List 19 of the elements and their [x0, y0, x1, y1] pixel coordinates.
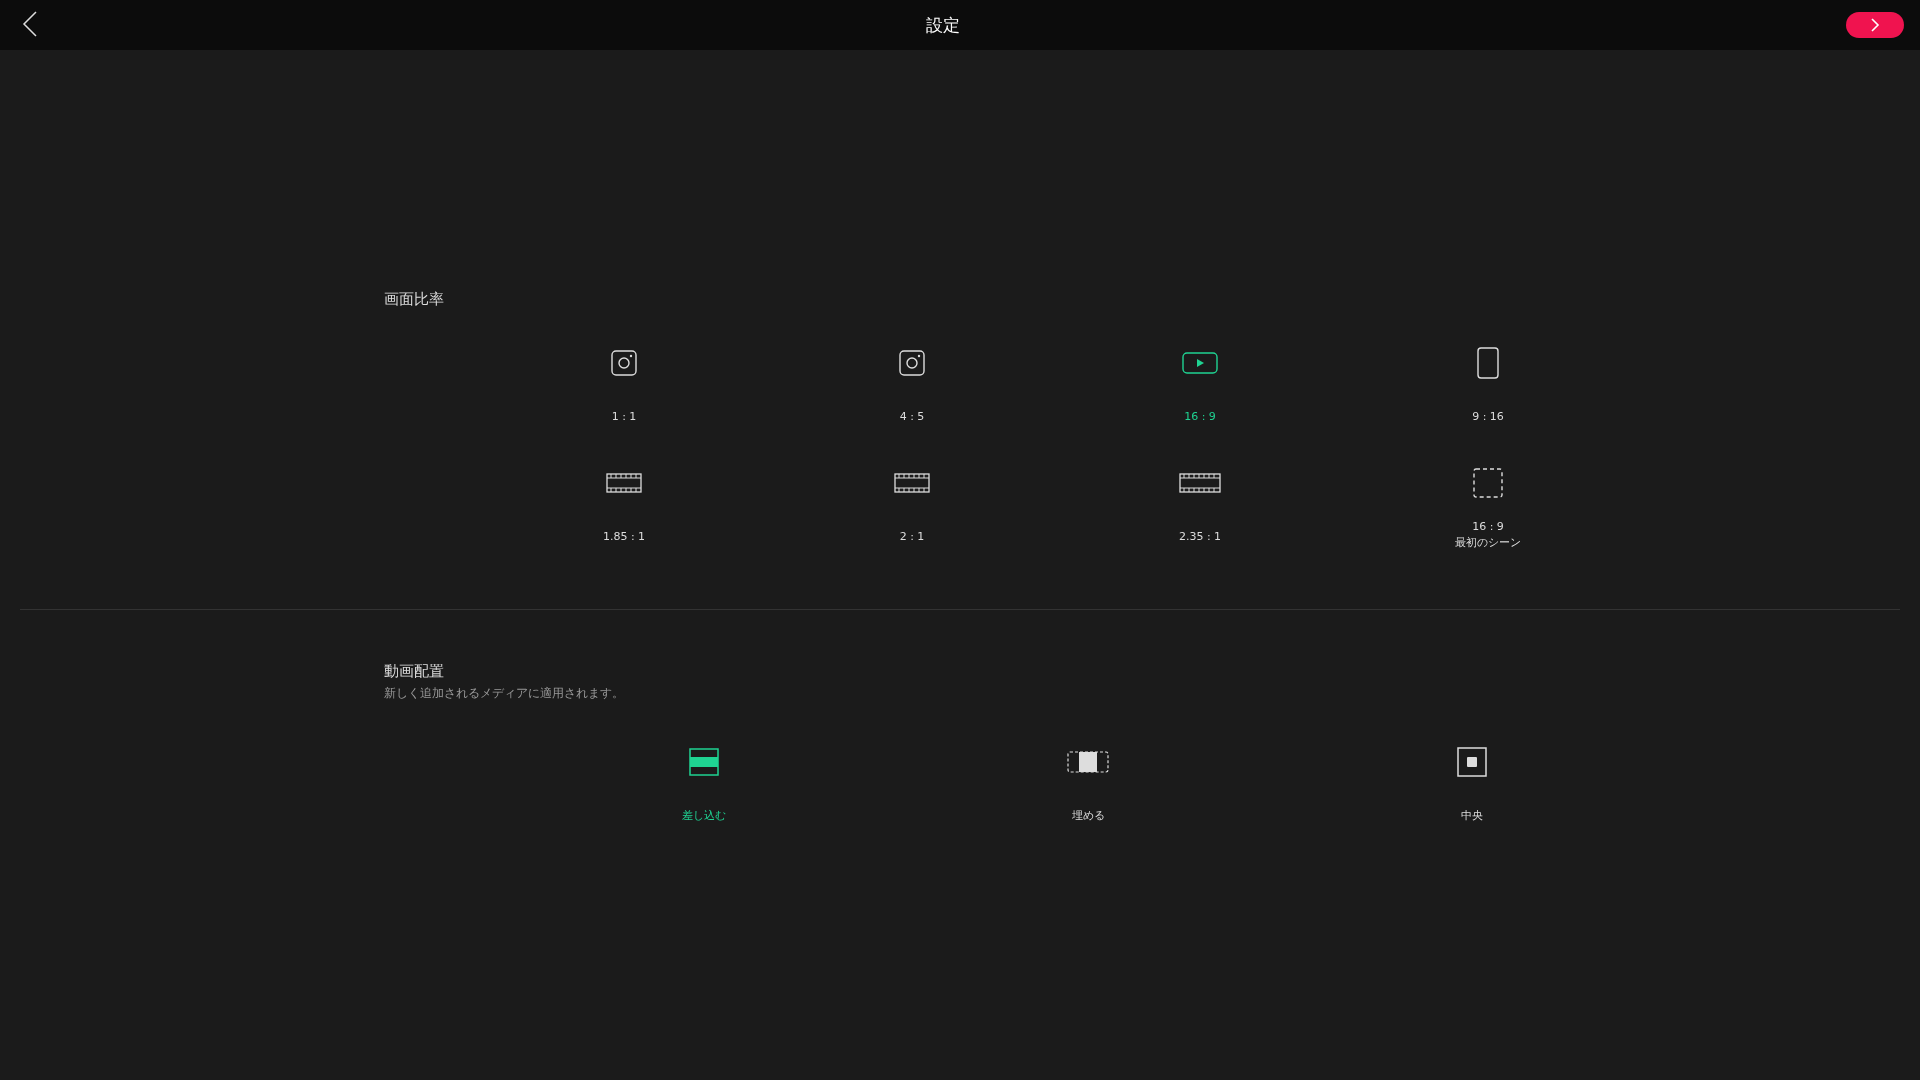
option-button[interactable]: 差し込む	[512, 732, 896, 822]
option-button[interactable]: 1 : 1	[480, 333, 768, 433]
back-button[interactable]	[20, 11, 40, 39]
option-button[interactable]: 2 : 1	[768, 453, 1056, 553]
option-button[interactable]: 16 : 9 最初のシーン	[1344, 453, 1632, 553]
option-button[interactable]: 2.35 : 1	[1056, 453, 1344, 553]
chevron-right-icon	[1868, 17, 1882, 33]
back-chevron-icon	[22, 11, 38, 37]
next-button[interactable]	[1846, 12, 1904, 38]
option-button[interactable]: 16 : 9	[1056, 333, 1344, 433]
option-button[interactable]: 中央	[1280, 732, 1664, 822]
section-title: 画面比率	[384, 290, 445, 309]
option-button[interactable]: 埋める	[896, 732, 1280, 822]
option-button[interactable]: 1.85 : 1	[480, 453, 768, 553]
section-subtitle: 新しく追加されるメディアに適用されます。	[384, 685, 625, 702]
section-title: 動画配置	[384, 662, 445, 681]
page-title: 設定	[926, 13, 960, 37]
option-button[interactable]: 9 : 16	[1344, 333, 1632, 433]
option-button[interactable]: 4 : 5	[768, 333, 1056, 433]
